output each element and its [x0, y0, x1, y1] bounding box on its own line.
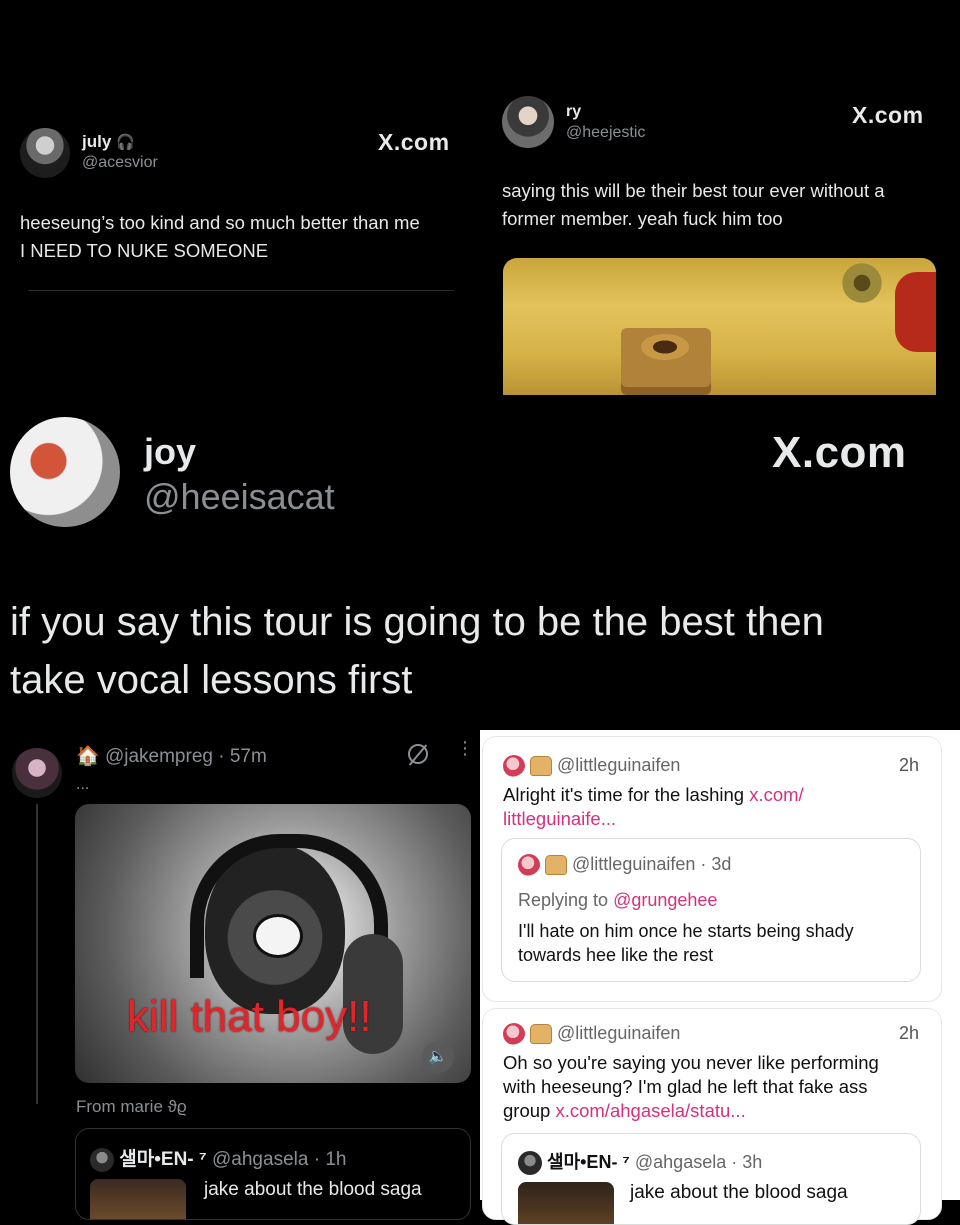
quote-text: jake about the blood saga: [630, 1182, 848, 1203]
tweet-text: saying this will be their best tour ever…: [502, 180, 885, 229]
quote-header: 샐마•EN- ⁷ @ahgasela · 1h: [90, 1144, 346, 1172]
handle[interactable]: @heeisacat: [144, 476, 335, 518]
replying-to: Replying to @grungehee: [518, 890, 718, 910]
game-star: [839, 260, 885, 306]
avatar: [503, 755, 525, 778]
handle[interactable]: @jakempreg: [105, 746, 213, 767]
from-line: From marie ϑϱ: [76, 1097, 187, 1116]
tweet-media[interactable]: kill that boy!! 🔈: [75, 804, 471, 1083]
avatar[interactable]: [502, 96, 554, 148]
bread-icon: [530, 1024, 553, 1045]
quote-text: I'll hate on him once he starts being sh…: [518, 921, 854, 965]
timestamp: 2h: [899, 755, 920, 775]
avatar: [518, 1151, 542, 1176]
quoted-tweet[interactable]: 샐마•EN- ⁷ @ahgasela · 3h jake about the b…: [501, 1133, 921, 1225]
avatar: [503, 1023, 525, 1046]
grok-icon[interactable]: [408, 744, 428, 766]
reply-card-2[interactable]: @littleguinaifen 2h Oh so you're saying …: [482, 1008, 942, 1225]
x-logo[interactable]: X.com: [852, 102, 924, 129]
x-logo[interactable]: X.com: [772, 428, 907, 478]
avatar[interactable]: [12, 748, 62, 798]
ellipsis-text: ...: [76, 776, 90, 793]
quoted-tweet[interactable]: @littleguinaifen · 3d Replying to @grung…: [501, 838, 921, 982]
divider: [28, 290, 454, 291]
quote-media: [518, 1182, 614, 1224]
thread-line: [36, 804, 38, 1104]
house-icon: 🏠: [76, 746, 100, 767]
quote-header: @littleguinaifen · 3d: [518, 854, 731, 877]
reply-card-1[interactable]: @littleguinaifen 2h Alright it's time fo…: [482, 736, 942, 1002]
light-panel: @littleguinaifen 2h Alright it's time fo…: [480, 730, 960, 1225]
quote-header: 샐마•EN- ⁷ @ahgasela · 3h: [518, 1148, 762, 1176]
handle[interactable]: @acesvior: [82, 154, 158, 172]
tweet-text: if you say this tour is going to be the …: [10, 600, 824, 702]
game-coin: [641, 334, 689, 360]
tweet-ry: ry @heejestic X.com saying this will be …: [480, 0, 960, 400]
quoted-tweet[interactable]: 샐마•EN- ⁷ @ahgasela · 1h jake about the b…: [75, 1128, 471, 1220]
quote-text: jake about the blood saga: [204, 1179, 422, 1200]
display-name: ry: [566, 103, 582, 120]
display-name: july 🎧: [82, 132, 135, 151]
bread-icon: [530, 756, 553, 777]
avatar: [518, 854, 540, 877]
timestamp: · 57m: [218, 746, 267, 767]
tweet-text: heeseung’s too kind and so much better t…: [20, 212, 420, 261]
avatar: [90, 1147, 114, 1172]
tweet-joy: joy @heeisacat X.com if you say this tou…: [0, 400, 960, 730]
handle[interactable]: @heejestic: [566, 124, 645, 142]
x-logo[interactable]: X.com: [378, 129, 450, 156]
tweet-july: july 🎧 @acesvior X.com heeseung’s too ki…: [0, 0, 480, 400]
card-text: Oh so you're saying you never like perfo…: [503, 1052, 879, 1121]
tweet-jakempreg: 🏠 @jakempreg · 57m ⋮ ... kill that boy!!…: [0, 730, 480, 1220]
card-text: Alright it's time for the lashing x.com/…: [503, 784, 804, 829]
display-name: joy: [144, 431, 197, 472]
more-options-icon[interactable]: ⋮: [456, 739, 474, 757]
avatar[interactable]: [10, 417, 120, 527]
quote-media: [90, 1179, 186, 1219]
volume-icon[interactable]: 🔈: [422, 1041, 454, 1073]
tweet-header: 🏠 @jakempreg · 57m: [76, 744, 267, 768]
timestamp: 2h: [899, 1023, 920, 1043]
game-mushroom: [895, 272, 936, 352]
media-caption: kill that boy!!: [127, 992, 372, 1041]
card-header: @littleguinaifen: [503, 755, 680, 778]
avatar[interactable]: [20, 128, 70, 178]
headphones-icon: 🎧: [116, 134, 135, 151]
bread-icon: [545, 855, 568, 876]
tweet-media[interactable]: [503, 258, 936, 395]
card-header: @littleguinaifen: [503, 1023, 680, 1046]
